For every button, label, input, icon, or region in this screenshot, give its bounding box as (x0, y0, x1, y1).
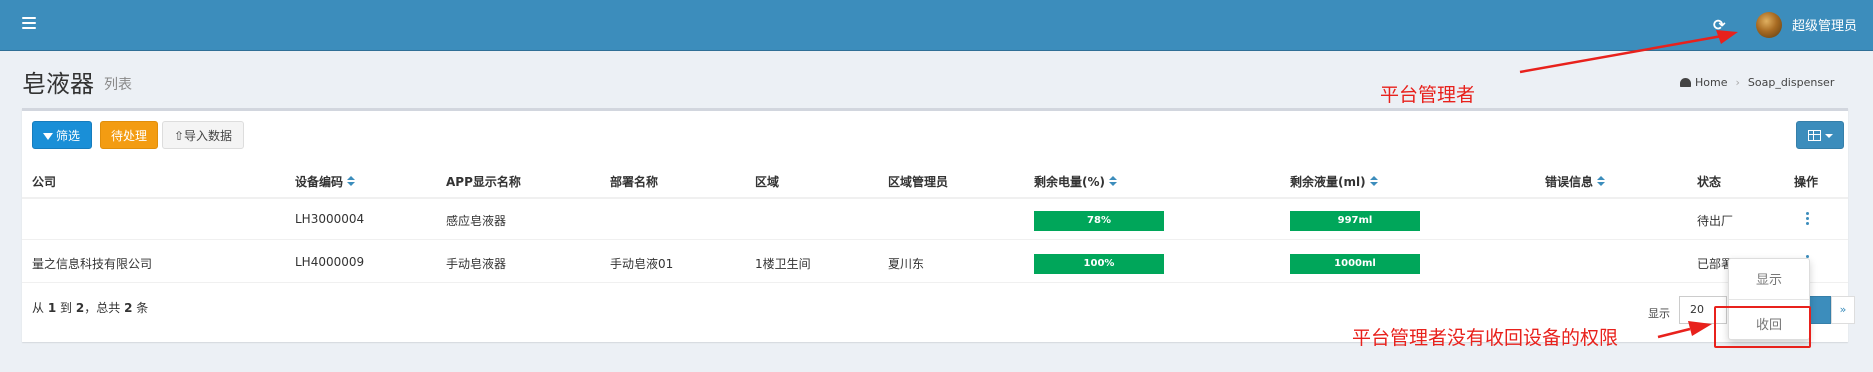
table-row: 量之信息科技有限公司 LH4000009 手动皂液器 手动皂液01 1楼卫生间 … (22, 242, 1848, 283)
dashboard-icon (1680, 78, 1691, 87)
pagination-next[interactable]: » (1831, 296, 1855, 324)
refresh-icon[interactable]: ⟳ (1713, 16, 1726, 34)
column-header-app-name: APP显示名称 (446, 175, 521, 189)
column-toggle-button[interactable] (1796, 121, 1844, 149)
company-cell[interactable]: 量之信息科技有限公司 (32, 255, 152, 272)
column-header-actions: 操作 (1794, 175, 1819, 189)
area-cell: 1楼卫生间 (755, 257, 811, 271)
breadcrumb-home[interactable]: Home (1695, 76, 1727, 89)
sort-icon[interactable] (1109, 176, 1117, 187)
annotation-permission-note: 平台管理者没有收回设备的权限 (1352, 327, 1619, 349)
liquid-progress-bar: 1000ml (1290, 254, 1420, 274)
pending-button[interactable]: 待处理 (100, 121, 158, 149)
column-header-deploy-name: 部署名称 (610, 175, 659, 189)
table-icon (1807, 130, 1821, 141)
avatar[interactable] (1756, 12, 1782, 38)
liquid-progress-bar: 997ml (1290, 211, 1420, 231)
column-header-area: 区域 (755, 175, 780, 189)
sort-icon[interactable] (1597, 176, 1606, 187)
breadcrumb-current: Soap_dispenser (1747, 76, 1835, 89)
filter-button[interactable]: 筛选 (32, 121, 92, 149)
column-header-code[interactable]: 设备编码 (295, 173, 356, 190)
area-admin-cell: 夏川东 (888, 257, 925, 271)
breadcrumb: Home › Soap_dispenser (1680, 76, 1834, 89)
hamburger-icon[interactable] (22, 17, 36, 29)
battery-progress-bar: 100% (1034, 254, 1164, 274)
app-name-cell: 感应皂液器 (446, 214, 507, 228)
sort-icon[interactable] (347, 176, 356, 187)
top-navbar: ⟳ 超级管理员 (0, 0, 1873, 51)
pagination-summary: 从 1 到 2，总共 2 条 (32, 301, 149, 315)
app-name-cell: 手动皂液器 (446, 257, 507, 271)
import-data-button[interactable]: ⇧导入数据 (162, 121, 244, 149)
battery-progress-bar: 78% (1034, 211, 1164, 231)
table-row: LH3000004 感应皂液器 78% 997ml 待出厂 (22, 199, 1848, 240)
page-size-label: 显示 (1648, 307, 1670, 320)
table-header: 公司 设备编码 APP显示名称 部署名称 区域 区域管理员 剩余电量(%) 剩余… (22, 163, 1848, 199)
column-header-battery[interactable]: 剩余电量(%) (1034, 173, 1117, 190)
caret-down-icon (1824, 134, 1833, 138)
column-header-error[interactable]: 错误信息 (1545, 173, 1606, 190)
annotation-highlight-box (1714, 306, 1811, 348)
column-header-company: 公司 (32, 175, 57, 189)
dropdown-divider (1729, 299, 1809, 300)
deploy-name-cell: 手动皂液01 (610, 257, 674, 271)
column-header-area-admin: 区域管理员 (888, 175, 949, 189)
column-header-status: 状态 (1697, 175, 1722, 189)
show-menu-item[interactable]: 显示 (1729, 269, 1809, 288)
annotation-admin-note: 平台管理者 (1380, 84, 1476, 106)
status-cell: 待出厂 (1697, 214, 1734, 228)
table-box: 筛选 待处理 ⇧导入数据 公司 设备编码 APP显示名称 部署名称 区域 区域管… (22, 108, 1855, 342)
more-actions-icon[interactable] (1806, 212, 1810, 226)
page-subtitle: 列表 (104, 77, 132, 93)
breadcrumb-separator: › (1735, 76, 1740, 89)
column-header-liquid[interactable]: 剩余液量(ml) (1290, 173, 1378, 190)
code-cell: LH4000009 (295, 255, 365, 269)
filter-icon (43, 133, 53, 140)
code-cell: LH3000004 (295, 212, 365, 226)
sort-icon[interactable] (1369, 176, 1378, 187)
username[interactable]: 超级管理员 (1792, 15, 1857, 34)
page-title: 皂液器 (22, 70, 94, 98)
